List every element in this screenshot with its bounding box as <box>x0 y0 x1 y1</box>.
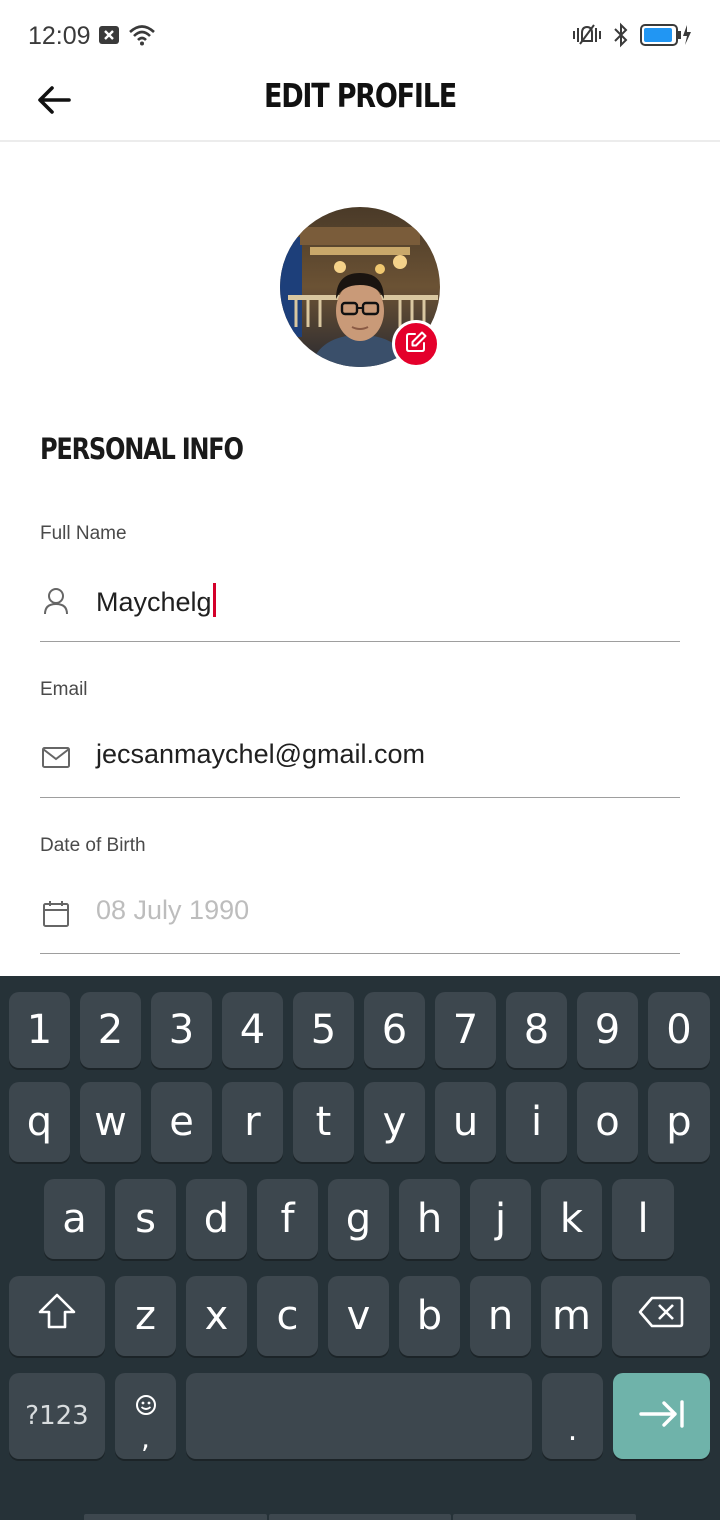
key-n[interactable]: n <box>470 1276 531 1356</box>
backspace-key[interactable] <box>612 1276 710 1356</box>
emoji-icon <box>135 1380 157 1426</box>
edit-avatar-button[interactable] <box>392 320 440 368</box>
status-bar: 12:09 <box>0 0 720 72</box>
key-f[interactable]: f <box>257 1179 318 1259</box>
vibrate-mute-icon <box>572 22 602 53</box>
backspace-icon <box>638 1293 684 1339</box>
key-2[interactable]: 2 <box>80 992 141 1068</box>
comma-label: , <box>141 1422 150 1455</box>
profile-avatar-area <box>280 207 440 368</box>
key-w[interactable]: w <box>80 1082 141 1162</box>
key-j[interactable]: j <box>470 1179 531 1259</box>
key-t[interactable]: t <box>293 1082 354 1162</box>
key-9[interactable]: 9 <box>577 992 638 1068</box>
key-8[interactable]: 8 <box>506 992 567 1068</box>
symbols-key[interactable]: ?123 <box>9 1373 105 1459</box>
key-c[interactable]: c <box>257 1276 318 1356</box>
shift-key[interactable] <box>9 1276 105 1356</box>
key-d[interactable]: d <box>186 1179 247 1259</box>
email-input[interactable]: jecsanmaychel@gmail.com <box>96 739 425 770</box>
dob-label: Date of Birth <box>40 835 146 856</box>
notification-x-icon <box>98 25 120 50</box>
period-key[interactable]: . <box>542 1373 603 1459</box>
key-0[interactable]: 0 <box>648 992 710 1068</box>
period-label: . <box>567 1412 578 1448</box>
email-label: Email <box>40 679 88 700</box>
key-6[interactable]: 6 <box>364 992 425 1068</box>
dob-input[interactable]: 08 July 1990 <box>96 895 249 926</box>
key-u[interactable]: u <box>435 1082 496 1162</box>
key-i[interactable]: i <box>506 1082 567 1162</box>
key-y[interactable]: y <box>364 1082 425 1162</box>
key-e[interactable]: e <box>151 1082 212 1162</box>
key-p[interactable]: p <box>648 1082 710 1162</box>
key-z[interactable]: z <box>115 1276 176 1356</box>
edit-pencil-icon <box>404 330 428 359</box>
email-field[interactable]: jecsanmaychel@gmail.com <box>40 739 680 798</box>
key-h[interactable]: h <box>399 1179 460 1259</box>
app-bar: EDIT PROFILE <box>0 72 720 142</box>
shift-arrow-icon <box>37 1292 77 1340</box>
full-name-label: Full Name <box>40 523 127 544</box>
symbols-key-label: ?123 <box>25 1401 89 1431</box>
tab-next-icon <box>638 1393 685 1439</box>
key-l[interactable]: l <box>612 1179 674 1259</box>
section-title-personal-info: PERSONAL INFO <box>40 432 244 466</box>
mail-icon <box>40 742 72 774</box>
space-key[interactable] <box>186 1373 532 1459</box>
key-o[interactable]: o <box>577 1082 638 1162</box>
key-s[interactable]: s <box>115 1179 176 1259</box>
key-v[interactable]: v <box>328 1276 389 1356</box>
battery-charging-icon <box>640 22 692 53</box>
key-b[interactable]: b <box>399 1276 460 1356</box>
text-caret <box>212 583 216 617</box>
status-time: 12:09 <box>28 22 91 50</box>
bluetooth-icon <box>612 22 630 53</box>
key-3[interactable]: 3 <box>151 992 212 1068</box>
soft-keyboard: 1 2 3 4 5 6 7 8 9 0 q w e r t y u i o p … <box>0 976 720 1520</box>
key-4[interactable]: 4 <box>222 992 283 1068</box>
key-r[interactable]: r <box>222 1082 283 1162</box>
key-7[interactable]: 7 <box>435 992 496 1068</box>
full-name-field[interactable]: Maychelg <box>40 583 680 642</box>
key-m[interactable]: m <box>541 1276 602 1356</box>
keyboard-bottom-strip <box>84 1514 637 1520</box>
calendar-icon <box>40 898 72 930</box>
key-a[interactable]: a <box>44 1179 105 1259</box>
key-x[interactable]: x <box>186 1276 247 1356</box>
person-icon <box>40 586 72 618</box>
key-g[interactable]: g <box>328 1179 389 1259</box>
next-field-key[interactable] <box>613 1373 710 1459</box>
emoji-comma-key[interactable]: , <box>115 1373 176 1459</box>
wifi-icon <box>128 24 156 51</box>
key-5[interactable]: 5 <box>293 992 354 1068</box>
dob-field[interactable]: 08 July 1990 <box>40 895 680 954</box>
key-1[interactable]: 1 <box>9 992 70 1068</box>
full-name-input[interactable]: Maychelg <box>96 583 216 618</box>
key-q[interactable]: q <box>9 1082 70 1162</box>
key-k[interactable]: k <box>541 1179 602 1259</box>
page-title: EDIT PROFILE <box>263 76 457 115</box>
